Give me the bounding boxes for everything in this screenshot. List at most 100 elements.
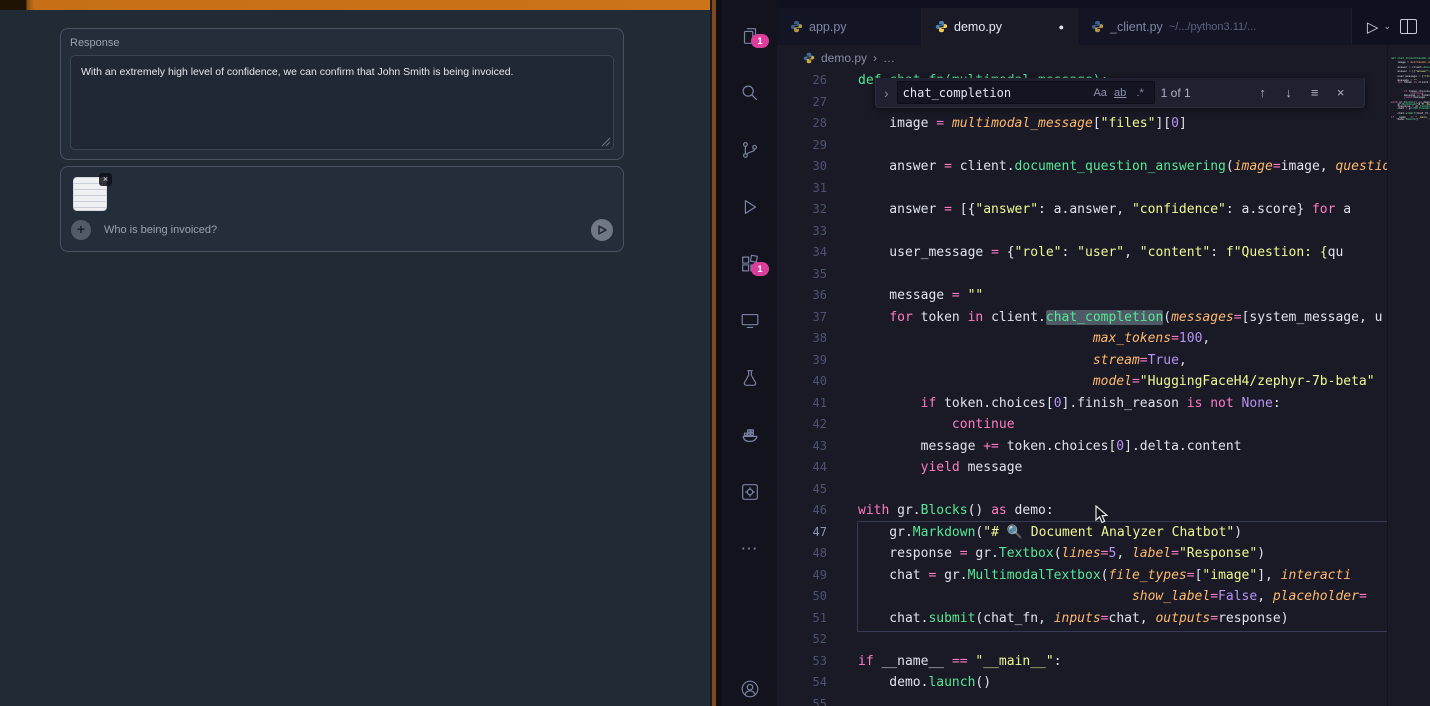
tab-demo-py[interactable]: demo.py ● bbox=[922, 8, 1078, 45]
line-number[interactable]: 44 bbox=[777, 457, 827, 479]
line-number[interactable]: 36 bbox=[777, 285, 827, 307]
regex-toggle[interactable]: .* bbox=[1132, 87, 1149, 99]
tab-bar: app.py demo.py ● _client.py ~/.../python… bbox=[777, 0, 1430, 45]
code-line[interactable]: 41 if token.choices[0].finish_reason is … bbox=[777, 393, 1388, 415]
response-textarea[interactable]: With an extremely high level of confiden… bbox=[70, 55, 614, 150]
line-number[interactable]: 42 bbox=[777, 414, 827, 436]
code-line[interactable]: 54 demo.launch() bbox=[777, 672, 1388, 694]
line-number[interactable]: 39 bbox=[777, 350, 827, 372]
line-number[interactable]: 37 bbox=[777, 307, 827, 329]
window-divider[interactable] bbox=[710, 0, 722, 706]
code-line[interactable]: 52 bbox=[777, 629, 1388, 651]
line-number[interactable]: 35 bbox=[777, 264, 827, 286]
code-line[interactable]: 37 for token in client.chat_completion(m… bbox=[777, 307, 1388, 329]
find-in-selection-button[interactable]: ≡ bbox=[1305, 85, 1325, 100]
code-line[interactable]: 50 show_label=False, placeholder= bbox=[777, 586, 1388, 608]
code-line[interactable]: 29 bbox=[777, 135, 1388, 157]
whole-word-toggle[interactable]: ab bbox=[1112, 87, 1129, 99]
activity-testing[interactable] bbox=[722, 349, 777, 406]
activity-remote-explorer[interactable] bbox=[722, 292, 777, 349]
find-input[interactable]: chat_completion Aa ab .* bbox=[897, 81, 1155, 104]
code-line[interactable]: 38 max_tokens=100, bbox=[777, 328, 1388, 350]
send-button[interactable] bbox=[591, 219, 613, 241]
line-number[interactable]: 53 bbox=[777, 651, 827, 673]
close-find-button[interactable]: × bbox=[1331, 85, 1351, 100]
code-line[interactable]: 42 continue bbox=[777, 414, 1388, 436]
line-number[interactable]: 26 bbox=[777, 70, 827, 92]
line-number[interactable]: 50 bbox=[777, 586, 827, 608]
line-number[interactable]: 48 bbox=[777, 543, 827, 565]
attach-file-button[interactable]: + bbox=[71, 220, 91, 240]
code-line[interactable]: 51 chat.submit(chat_fn, inputs=chat, out… bbox=[777, 608, 1388, 630]
line-number[interactable]: 55 bbox=[777, 694, 827, 706]
response-text: With an extremely high level of confiden… bbox=[71, 56, 613, 90]
code-line[interactable]: 34 user_message = {"role": "user", "cont… bbox=[777, 242, 1388, 264]
prev-match-button[interactable]: ↑ bbox=[1253, 85, 1273, 100]
line-number[interactable]: 27 bbox=[777, 92, 827, 114]
run-dropdown-chevron[interactable]: ⌄ bbox=[1383, 21, 1391, 32]
find-query-text[interactable]: chat_completion bbox=[903, 86, 1089, 100]
line-number[interactable]: 54 bbox=[777, 672, 827, 694]
line-number[interactable]: 45 bbox=[777, 479, 827, 501]
code-line[interactable]: 32 answer = [{"answer": a.answer, "confi… bbox=[777, 199, 1388, 221]
code-line[interactable]: 49 chat = gr.MultimodalTextbox(file_type… bbox=[777, 565, 1388, 587]
line-number[interactable]: 51 bbox=[777, 608, 827, 630]
resize-handle-icon[interactable] bbox=[601, 137, 611, 147]
code-line[interactable]: 47 gr.Markdown("# 🔍 Document Analyzer Ch… bbox=[777, 522, 1388, 544]
breadcrumb-file[interactable]: demo.py bbox=[821, 51, 867, 65]
code-line[interactable]: 35 bbox=[777, 264, 1388, 286]
tab-app-py[interactable]: app.py bbox=[777, 8, 922, 45]
line-number[interactable]: 30 bbox=[777, 156, 827, 178]
line-number[interactable]: 47 bbox=[777, 522, 827, 544]
run-file-button[interactable]: ▷ bbox=[1367, 18, 1379, 36]
activity-source-control[interactable] bbox=[722, 121, 777, 178]
code-line[interactable]: 44 yield message bbox=[777, 457, 1388, 479]
code-line[interactable]: 46with gr.Blocks() as demo: bbox=[777, 500, 1388, 522]
activity-account[interactable] bbox=[722, 660, 777, 706]
line-number[interactable]: 46 bbox=[777, 500, 827, 522]
code-line[interactable]: 39 stream=True, bbox=[777, 350, 1388, 372]
activity-docker[interactable] bbox=[722, 406, 777, 463]
activity-explorer[interactable]: 1 bbox=[722, 7, 777, 64]
code-line[interactable]: 33 bbox=[777, 221, 1388, 243]
line-number[interactable]: 49 bbox=[777, 565, 827, 587]
line-number[interactable]: 29 bbox=[777, 135, 827, 157]
line-number[interactable]: 41 bbox=[777, 393, 827, 415]
find-collapse-chevron[interactable]: › bbox=[884, 85, 889, 101]
activity-tools[interactable] bbox=[722, 463, 777, 520]
minimap[interactable]: def chat_fn(multimodal_message): image =… bbox=[1387, 45, 1430, 706]
activity-search[interactable] bbox=[722, 64, 777, 121]
code-editor[interactable]: 26def chat_fn(multimodal_message):2728 i… bbox=[777, 70, 1388, 706]
line-number[interactable]: 40 bbox=[777, 371, 827, 393]
code-line[interactable]: 31 bbox=[777, 178, 1388, 200]
line-number[interactable]: 33 bbox=[777, 221, 827, 243]
line-number[interactable]: 32 bbox=[777, 199, 827, 221]
code-line[interactable]: 53if __name__ == "__main__": bbox=[777, 651, 1388, 673]
line-number[interactable]: 34 bbox=[777, 242, 827, 264]
line-number[interactable]: 52 bbox=[777, 629, 827, 651]
code-line[interactable]: 43 message += token.choices[0].delta.con… bbox=[777, 436, 1388, 458]
chat-text-input[interactable]: Who is being invoiced? bbox=[104, 224, 217, 236]
code-line[interactable]: 55 bbox=[777, 694, 1388, 706]
match-case-toggle[interactable]: Aa bbox=[1092, 87, 1109, 99]
line-number[interactable]: 43 bbox=[777, 436, 827, 458]
tab-client-py[interactable]: _client.py ~/.../python3.11/... bbox=[1078, 8, 1352, 45]
line-number[interactable]: 38 bbox=[777, 328, 827, 350]
code-line[interactable]: 36 message = "" bbox=[777, 285, 1388, 307]
activity-more[interactable]: ⋯ bbox=[722, 520, 777, 577]
line-number[interactable]: 31 bbox=[777, 178, 827, 200]
code-line[interactable]: 40 model="HuggingFaceH4/zephyr-7b-beta" bbox=[777, 371, 1388, 393]
line-number[interactable]: 28 bbox=[777, 113, 827, 135]
code-line[interactable]: 48 response = gr.Textbox(lines=5, label=… bbox=[777, 543, 1388, 565]
modified-dot-icon[interactable]: ● bbox=[1059, 22, 1064, 32]
breadcrumb[interactable]: demo.py › … bbox=[777, 45, 1388, 70]
activity-run-debug[interactable] bbox=[722, 178, 777, 235]
code-line[interactable]: 28 image = multimodal_message["files"][0… bbox=[777, 113, 1388, 135]
remove-image-button[interactable]: × bbox=[99, 173, 112, 186]
split-editor-button[interactable] bbox=[1400, 19, 1417, 34]
breadcrumb-more[interactable]: … bbox=[883, 51, 895, 65]
code-line[interactable]: 45 bbox=[777, 479, 1388, 501]
next-match-button[interactable]: ↓ bbox=[1279, 85, 1299, 100]
code-line[interactable]: 30 answer = client.document_question_ans… bbox=[777, 156, 1388, 178]
activity-extensions[interactable]: 1 bbox=[722, 235, 777, 292]
